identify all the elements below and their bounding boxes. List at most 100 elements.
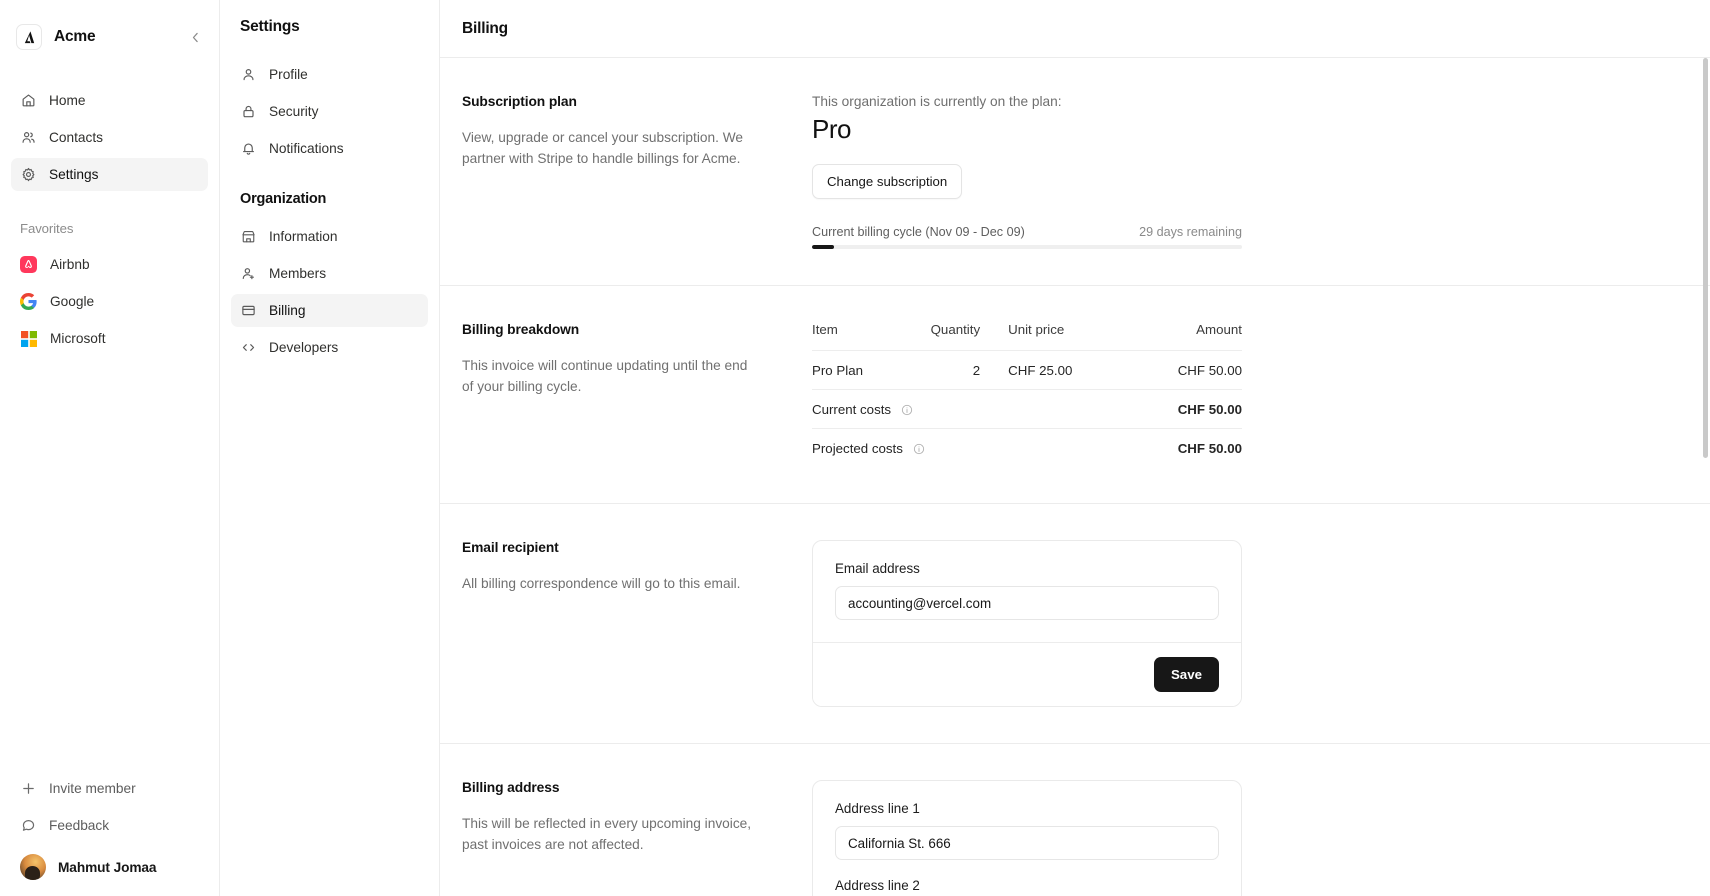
address-line2-group: Address line 2 xyxy=(835,878,1219,896)
table-row-projected-costs: Projected costs CHF 50.00 xyxy=(812,428,1242,467)
settings-item-members[interactable]: Members xyxy=(231,257,428,290)
email-recipient-card-footer: Save xyxy=(813,642,1241,706)
sidebar-footer: Invite member Feedback Mahmut Jomaa xyxy=(0,772,219,896)
scroll-area: Subscription plan View, upgrade or cance… xyxy=(440,58,1710,896)
settings-item-security[interactable]: Security xyxy=(231,95,428,128)
favorite-item-google[interactable]: Google xyxy=(11,285,208,318)
billing-breakdown-table: Item Quantity Unit price Amount Pro Plan… xyxy=(812,322,1242,467)
email-recipient-info: Email recipient All billing corresponden… xyxy=(462,540,812,707)
microsoft-icon xyxy=(20,330,37,347)
current-costs-label-cell: Current costs xyxy=(812,389,1135,429)
email-recipient-card: Email address Save xyxy=(812,540,1242,707)
billing-address-info: Billing address This will be reflected i… xyxy=(462,780,812,896)
settings-item-billing[interactable]: Billing xyxy=(231,294,428,327)
store-icon xyxy=(240,229,256,245)
feedback-button[interactable]: Feedback xyxy=(11,809,208,842)
days-remaining-label: 29 days remaining xyxy=(1139,225,1242,239)
progress-track xyxy=(812,245,1242,249)
user-name: Mahmut Jomaa xyxy=(58,859,157,875)
organization-section-label: Organization xyxy=(240,191,327,207)
favorite-item-label: Microsoft xyxy=(50,331,106,346)
feedback-label: Feedback xyxy=(49,818,110,833)
section-title: Subscription plan xyxy=(462,94,577,109)
settings-item-label: Security xyxy=(269,104,319,119)
settings-item-label: Developers xyxy=(269,340,339,355)
person-plus-icon xyxy=(240,266,256,282)
subscription-plan-info: Subscription plan View, upgrade or cance… xyxy=(462,94,812,249)
cell-item: Pro Plan xyxy=(812,350,898,390)
cell-quantity: 2 xyxy=(897,350,981,390)
avatar xyxy=(20,854,46,880)
favorites-label: Favorites xyxy=(20,221,74,236)
settings-item-profile[interactable]: Profile xyxy=(231,58,428,91)
favorite-item-label: Google xyxy=(50,294,95,309)
favorite-item-airbnb[interactable]: Airbnb xyxy=(11,248,208,281)
info-icon[interactable] xyxy=(913,443,925,455)
settings-item-label: Information xyxy=(269,229,338,244)
section-title: Email recipient xyxy=(462,540,559,555)
section-title: Billing breakdown xyxy=(462,322,580,337)
vertical-scrollbar[interactable] xyxy=(1703,58,1708,458)
email-field[interactable] xyxy=(835,586,1219,620)
page-header: Billing xyxy=(440,0,1710,58)
table-row: Pro Plan 2 CHF 25.00 CHF 50.00 xyxy=(812,350,1242,390)
brand-row[interactable]: Acme xyxy=(0,0,219,58)
page-title: Billing xyxy=(462,19,508,37)
column-header-quantity: Quantity xyxy=(930,322,981,337)
app-root: Acme Home Contacts Settings Favorites Ai… xyxy=(0,0,1710,896)
address-line1-label: Address line 1 xyxy=(835,801,920,816)
lock-icon xyxy=(240,104,256,120)
column-header-item: Item xyxy=(812,322,838,337)
contacts-icon xyxy=(20,130,36,146)
sidebar-item-settings[interactable]: Settings xyxy=(11,158,208,191)
credit-card-icon xyxy=(240,303,256,319)
progress-fill xyxy=(812,245,834,249)
billing-cycle-progress: Current billing cycle (Nov 09 - Dec 09) … xyxy=(812,225,1242,249)
main-content: Billing Subscription plan View, upgrade … xyxy=(440,0,1710,896)
address-line1-group: Address line 1 xyxy=(835,801,1219,860)
billing-address-card: Address line 1 Address line 2 xyxy=(812,780,1242,896)
email-recipient-card-body: Email address xyxy=(813,541,1241,642)
projected-costs-label-cell: Projected costs xyxy=(812,428,1135,467)
plan-name: Pro xyxy=(812,114,851,144)
settings-item-label: Notifications xyxy=(269,141,344,156)
settings-item-notifications[interactable]: Notifications xyxy=(231,132,428,165)
plan-caption: This organization is currently on the pl… xyxy=(812,94,1062,109)
current-costs-amount: CHF 50.00 xyxy=(1134,389,1242,429)
section-description: View, upgrade or cancel your subscriptio… xyxy=(462,130,744,166)
email-recipient-card-wrap: Email address Save xyxy=(812,540,1572,707)
user-profile-button[interactable]: Mahmut Jomaa xyxy=(11,846,208,880)
home-icon xyxy=(20,93,36,109)
settings-item-label: Members xyxy=(269,266,327,281)
change-subscription-button[interactable]: Change subscription xyxy=(812,164,963,199)
chevron-left-icon[interactable] xyxy=(185,27,205,47)
chat-bubble-icon xyxy=(20,818,36,834)
billing-address-card-body: Address line 1 Address line 2 xyxy=(813,781,1241,896)
primary-sidebar: Acme Home Contacts Settings Favorites Ai… xyxy=(0,0,220,896)
billing-breakdown-table-wrap: Item Quantity Unit price Amount Pro Plan… xyxy=(812,322,1572,467)
brand-name: Acme xyxy=(54,28,96,45)
gear-icon xyxy=(20,167,36,183)
invite-member-button[interactable]: Invite member xyxy=(11,772,208,805)
section-description: This invoice will continue updating unti… xyxy=(462,358,748,394)
settings-item-information[interactable]: Information xyxy=(231,220,428,253)
address-line1-field[interactable] xyxy=(835,826,1219,860)
billing-address-section: Billing address This will be reflected i… xyxy=(440,744,1710,896)
table-header-row: Item Quantity Unit price Amount xyxy=(812,322,1242,351)
info-icon[interactable] xyxy=(901,404,913,416)
settings-item-developers[interactable]: Developers xyxy=(231,331,428,364)
sidebar-item-contacts[interactable]: Contacts xyxy=(11,121,208,154)
main-nav: Home Contacts Settings xyxy=(0,58,219,195)
settings-item-label: Profile xyxy=(269,67,308,82)
save-button[interactable]: Save xyxy=(1153,657,1219,692)
column-header-amount: Amount xyxy=(1196,322,1242,337)
billing-address-card-wrap: Address line 1 Address line 2 xyxy=(812,780,1572,896)
invite-member-label: Invite member xyxy=(49,781,136,796)
cell-unit-price: CHF 25.00 xyxy=(980,350,1135,390)
section-description: This will be reflected in every upcoming… xyxy=(462,816,752,852)
favorites-list: Airbnb Google Microsoft xyxy=(0,248,219,359)
sidebar-item-home[interactable]: Home xyxy=(11,84,208,117)
favorite-item-microsoft[interactable]: Microsoft xyxy=(11,322,208,355)
table-row-current-costs: Current costs CHF 50.00 xyxy=(812,389,1242,429)
email-recipient-section: Email recipient All billing corresponden… xyxy=(440,504,1710,744)
